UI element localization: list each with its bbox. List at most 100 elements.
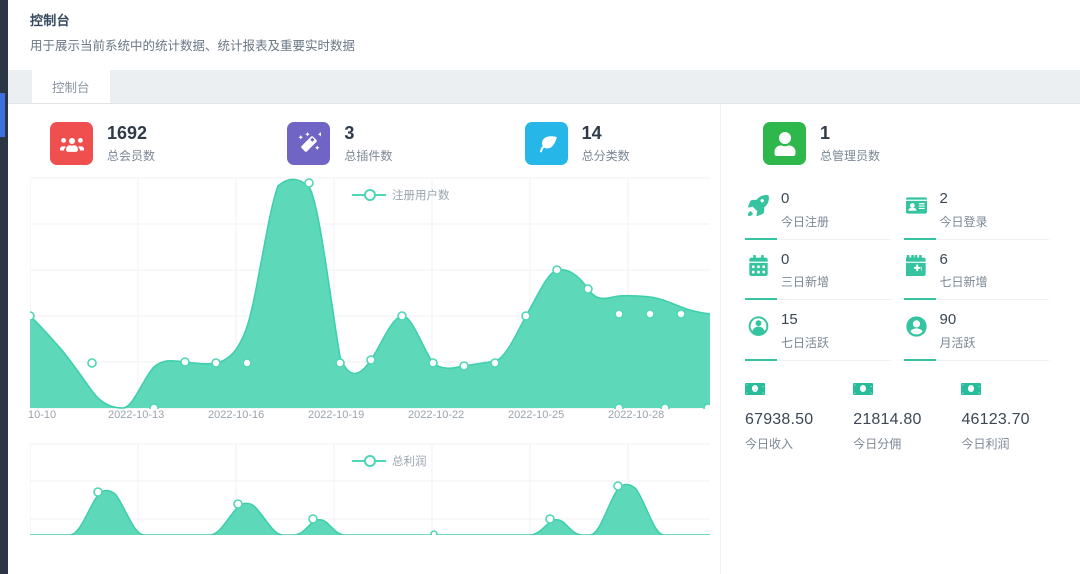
metric-label: 七日活跃 [781, 334, 829, 351]
metric-value: 15 [781, 312, 829, 329]
main-content: 控制台 用于展示当前系统中的统计数据、统计报表及重要实时数据 控制台 [8, 0, 1080, 574]
metric-value: 0 [781, 191, 829, 208]
metric-row: 0 三日新增 6 七日新增 [745, 240, 1062, 301]
chart2-legend[interactable]: 总利润 [352, 454, 427, 468]
stat-value: 3 [344, 123, 392, 144]
stat-card-row-right: 1 总管理员数 [721, 104, 1080, 165]
magic-wand-icon [287, 122, 330, 165]
sidebar-rail [0, 0, 8, 574]
left-column: 1692 总会员数 3 总插件数 [8, 104, 720, 574]
metric-value: 90 [940, 312, 976, 329]
stat-card-plugins[interactable]: 3 总插件数 [245, 122, 482, 165]
metric-row: 15 七日活跃 90 月活跃 [745, 300, 1062, 361]
stat-value: 1 [820, 123, 880, 144]
metric-label: 七日新增 [940, 273, 988, 290]
money-today-commission[interactable]: 21814.80 今日分佣 [853, 379, 961, 452]
chart2-svg: 总利润 [30, 443, 710, 535]
chart-legend-label: 注册用户数 [392, 188, 450, 202]
tab-dashboard[interactable]: 控制台 [32, 69, 110, 103]
chart-svg: 注册用户数 [30, 177, 710, 409]
metric-text: 6 七日新增 [940, 252, 988, 291]
chart2-data-points [94, 482, 622, 535]
metric-row: 0 今日注册 2 今日登录 [745, 179, 1062, 240]
chart2-legend-label: 总利润 [392, 454, 427, 468]
stat-value: 14 [582, 123, 630, 144]
money-label: 今日利润 [961, 435, 1069, 452]
money-label: 今日收入 [745, 435, 853, 452]
x-tick: 2022-10-13 [108, 409, 164, 421]
metric-seven-day-new[interactable]: 6 七日新增 [904, 240, 1063, 301]
calendar-plus-icon [904, 253, 930, 279]
money-today-profit[interactable]: 46123.70 今日利润 [961, 379, 1069, 452]
chart-legend[interactable]: 注册用户数 [352, 188, 450, 202]
metrics-grid: 0 今日注册 2 今日登录 [721, 165, 1080, 361]
x-tick: 2022-10-25 [508, 409, 564, 421]
metric-label: 今日登录 [940, 213, 988, 230]
leaf-icon [525, 122, 568, 165]
metric-label: 今日注册 [781, 213, 829, 230]
user-circle-icon [745, 313, 771, 339]
user-filled-icon [904, 313, 930, 339]
tab-bar: 控制台 [8, 70, 1080, 104]
stat-card-text: 1692 总会员数 [107, 123, 155, 165]
users-icon [50, 122, 93, 165]
banknote-icon [961, 379, 981, 399]
money-today-income[interactable]: 67938.50 今日收入 [745, 379, 853, 452]
banknote-icon [745, 379, 765, 399]
stat-card-text: 14 总分类数 [582, 123, 630, 165]
money-value: 67938.50 [745, 411, 853, 429]
dashboard-page: 控制台 用于展示当前系统中的统计数据、统计报表及重要实时数据 控制台 [0, 0, 1080, 574]
stat-card-text: 1 总管理员数 [820, 123, 880, 165]
user-icon [763, 122, 806, 165]
metric-seven-day-active[interactable]: 15 七日活跃 [745, 300, 904, 361]
sidebar-scrollbar-thumb[interactable] [0, 93, 5, 137]
chart2-series-profit [30, 482, 710, 535]
id-card-icon [904, 192, 930, 218]
dashboard-body: 1692 总会员数 3 总插件数 [8, 104, 1080, 574]
chart-x-axis: 10-10 2022-10-13 2022-10-16 2022-10-19 2… [30, 409, 710, 427]
x-tick: 2022-10-19 [308, 409, 364, 421]
page-header: 控制台 用于展示当前系统中的统计数据、统计报表及重要实时数据 [8, 0, 1080, 54]
total-profit-chart[interactable]: 总利润 [30, 443, 710, 535]
x-tick: 2022-10-16 [208, 409, 264, 421]
money-value: 46123.70 [961, 411, 1069, 429]
stat-card-members[interactable]: 1692 总会员数 [8, 122, 245, 165]
page-title: 控制台 [30, 10, 1080, 29]
metric-text: 90 月活跃 [940, 312, 976, 351]
stat-label: 总插件数 [344, 147, 392, 164]
metric-value: 2 [940, 191, 988, 208]
rocket-icon [745, 192, 771, 218]
stat-value: 1692 [107, 123, 155, 144]
stat-label: 总分类数 [582, 147, 630, 164]
metric-label: 月活跃 [940, 334, 976, 351]
metric-text: 2 今日登录 [940, 191, 988, 230]
money-row: 67938.50 今日收入 21814.80 今日分佣 [721, 361, 1080, 452]
metric-today-register[interactable]: 0 今日注册 [745, 179, 904, 240]
money-value: 21814.80 [853, 411, 961, 429]
metric-value: 6 [940, 252, 988, 269]
metric-text: 15 七日活跃 [781, 312, 829, 351]
stat-card-categories[interactable]: 14 总分类数 [483, 122, 720, 165]
right-column: 1 总管理员数 0 今日注册 [720, 104, 1080, 574]
metric-value: 0 [781, 252, 829, 269]
stat-label: 总管理员数 [820, 147, 880, 164]
metric-three-day-new[interactable]: 0 三日新增 [745, 240, 904, 301]
calendar-icon [745, 253, 771, 279]
money-label: 今日分佣 [853, 435, 961, 452]
metric-label: 三日新增 [781, 273, 829, 290]
banknote-icon [853, 379, 873, 399]
stat-label: 总会员数 [107, 147, 155, 164]
metric-text: 0 今日注册 [781, 191, 829, 230]
stat-card-text: 3 总插件数 [344, 123, 392, 165]
metric-month-active[interactable]: 90 月活跃 [904, 300, 1063, 361]
page-description: 用于展示当前系统中的统计数据、统计报表及重要实时数据 [30, 35, 1080, 54]
x-tick: 10-10 [28, 409, 56, 421]
stat-card-row: 1692 总会员数 3 总插件数 [8, 104, 720, 165]
metric-today-login[interactable]: 2 今日登录 [904, 179, 1063, 240]
chart-series-registered-users [30, 178, 710, 409]
metric-text: 0 三日新增 [781, 252, 829, 291]
stat-card-admins[interactable]: 1 总管理员数 [721, 122, 921, 165]
x-tick: 2022-10-22 [408, 409, 464, 421]
registered-users-chart[interactable]: 注册用户数 10-10 2022-10-13 2022-10-16 2022-1… [30, 177, 710, 427]
tab-label: 控制台 [52, 77, 90, 96]
